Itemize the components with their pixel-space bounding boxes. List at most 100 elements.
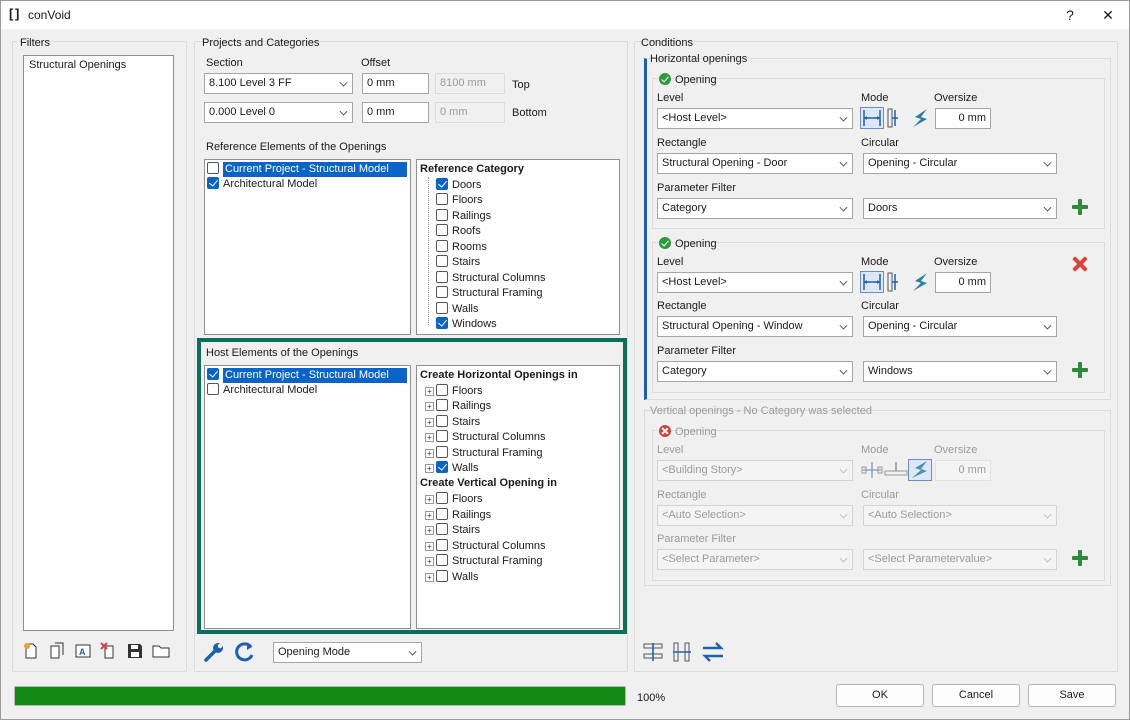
checkbox[interactable]: [436, 255, 448, 267]
reference-category-tree[interactable]: Reference Category Doors Floors Railings…: [416, 159, 620, 335]
rename-filter-icon[interactable]: A: [74, 642, 92, 660]
tree-item-structural-framing[interactable]: Structural Framing: [436, 286, 542, 301]
expand-icon[interactable]: +: [425, 402, 434, 411]
horizontal-split-icon[interactable]: [642, 641, 664, 663]
level-select[interactable]: <Host Level>: [657, 108, 853, 129]
checkbox[interactable]: [436, 415, 448, 427]
list-item[interactable]: Architectural Model: [207, 177, 317, 192]
expand-icon[interactable]: +: [425, 418, 434, 427]
host-category-tree[interactable]: Create Horizontal Openings in + Floors + R…: [416, 365, 620, 629]
checkbox[interactable]: [207, 383, 219, 395]
top-offset-field[interactable]: 0 mm: [362, 73, 429, 94]
mode-stair-icon[interactable]: [911, 271, 931, 293]
circular-select[interactable]: Opening - Circular: [863, 316, 1057, 337]
tree-item-railings[interactable]: + Railings: [425, 399, 491, 414]
circular-select[interactable]: Opening - Circular: [863, 153, 1057, 174]
refresh-icon[interactable]: [233, 641, 255, 663]
remove-opening-icon[interactable]: [1072, 256, 1088, 272]
save-button[interactable]: Save: [1028, 684, 1116, 707]
checkbox[interactable]: [436, 302, 448, 314]
list-item[interactable]: Structural Openings: [29, 58, 126, 73]
swap-icon[interactable]: [701, 641, 725, 663]
checkbox[interactable]: [436, 539, 448, 551]
checkbox[interactable]: [436, 240, 448, 252]
open-folder-icon[interactable]: [152, 642, 170, 660]
oversize-field[interactable]: 0 mm: [935, 108, 991, 129]
tree-item-structural-columns[interactable]: + Structural Columns: [425, 430, 546, 445]
cancel-button[interactable]: Cancel: [932, 684, 1020, 707]
checkbox[interactable]: [207, 177, 219, 189]
tree-item-floors[interactable]: + Floors: [425, 492, 483, 507]
filter-value-select[interactable]: Doors: [863, 198, 1057, 219]
expand-icon[interactable]: +: [425, 511, 434, 520]
tree-item-structural-framing[interactable]: + Structural Framing: [425, 446, 542, 461]
checkbox[interactable]: [436, 224, 448, 236]
tree-item-roofs[interactable]: Roofs: [436, 224, 481, 239]
checkbox[interactable]: [436, 209, 448, 221]
list-item[interactable]: Architectural Model: [207, 383, 317, 398]
checkbox[interactable]: [436, 271, 448, 283]
checkbox[interactable]: [436, 523, 448, 535]
tree-item-walls[interactable]: Walls: [436, 302, 478, 317]
checkbox[interactable]: [436, 461, 448, 473]
checkbox[interactable]: [436, 317, 448, 329]
help-button[interactable]: ?: [1055, 5, 1085, 25]
mode-wall-icon[interactable]: [884, 107, 902, 129]
tree-item-railings[interactable]: + Railings: [425, 508, 491, 523]
tree-item-railings[interactable]: Railings: [436, 209, 491, 224]
rectangle-select[interactable]: Structural Opening - Door: [657, 153, 853, 174]
expand-icon[interactable]: +: [425, 449, 434, 458]
host-models-list[interactable]: Current Project - Structural Model Archi…: [204, 365, 411, 629]
tree-item-stairs[interactable]: + Stairs: [425, 415, 480, 430]
top-section-select[interactable]: 8.100 Level 3 FF: [204, 73, 353, 94]
add-opening-icon[interactable]: [1072, 362, 1088, 378]
save-filter-icon[interactable]: [126, 642, 144, 660]
expand-icon[interactable]: +: [425, 495, 434, 504]
wrench-icon[interactable]: [203, 641, 225, 663]
vertical-split-icon[interactable]: [671, 641, 693, 663]
checkbox[interactable]: [436, 508, 448, 520]
tree-item-stairs[interactable]: Stairs: [436, 255, 480, 270]
tree-item-floors[interactable]: + Floors: [425, 384, 483, 399]
checkbox[interactable]: [436, 554, 448, 566]
tree-item-windows[interactable]: Windows: [436, 317, 497, 332]
expand-icon[interactable]: +: [425, 542, 434, 551]
tree-item-floors[interactable]: Floors: [436, 193, 483, 208]
checkbox[interactable]: [436, 430, 448, 442]
tree-item-structural-framing[interactable]: + Structural Framing: [425, 554, 542, 569]
close-button[interactable]: ✕: [1093, 5, 1123, 25]
expand-icon[interactable]: +: [425, 526, 434, 535]
expand-icon[interactable]: +: [425, 573, 434, 582]
expand-icon[interactable]: +: [425, 387, 434, 396]
tree-item-structural-columns[interactable]: + Structural Columns: [425, 539, 546, 554]
expand-icon[interactable]: +: [425, 433, 434, 442]
delete-filter-icon[interactable]: [100, 642, 118, 660]
copy-filter-icon[interactable]: [48, 642, 66, 660]
add-opening-icon[interactable]: [1072, 199, 1088, 215]
mode-stair-icon[interactable]: [911, 107, 931, 129]
filter-value-select[interactable]: Windows: [863, 361, 1057, 382]
filters-list[interactable]: Structural Openings: [23, 55, 174, 631]
tree-item-doors[interactable]: Doors: [436, 178, 481, 193]
checkbox[interactable]: [207, 162, 219, 174]
oversize-field[interactable]: 0 mm: [935, 272, 991, 293]
checkbox[interactable]: [436, 492, 448, 504]
checkbox[interactable]: [436, 193, 448, 205]
new-filter-icon[interactable]: [22, 642, 40, 660]
expand-icon[interactable]: +: [425, 464, 434, 473]
add-opening-icon[interactable]: [1072, 550, 1088, 566]
list-item[interactable]: Current Project - Structural Model: [207, 368, 407, 383]
checkbox[interactable]: [436, 570, 448, 582]
checkbox[interactable]: [436, 178, 448, 190]
opening-mode-select[interactable]: Opening Mode: [273, 642, 422, 663]
checkbox[interactable]: [436, 384, 448, 396]
bottom-offset-field[interactable]: 0 mm: [362, 102, 429, 123]
filter-parameter-select[interactable]: Category: [657, 361, 853, 382]
filter-parameter-select[interactable]: Category: [657, 198, 853, 219]
checkbox[interactable]: [207, 368, 219, 380]
tree-item-walls[interactable]: + Walls: [425, 461, 478, 476]
checkbox[interactable]: [436, 399, 448, 411]
ok-button[interactable]: OK: [836, 684, 924, 707]
tree-item-stairs[interactable]: + Stairs: [425, 523, 480, 538]
checkbox[interactable]: [436, 286, 448, 298]
